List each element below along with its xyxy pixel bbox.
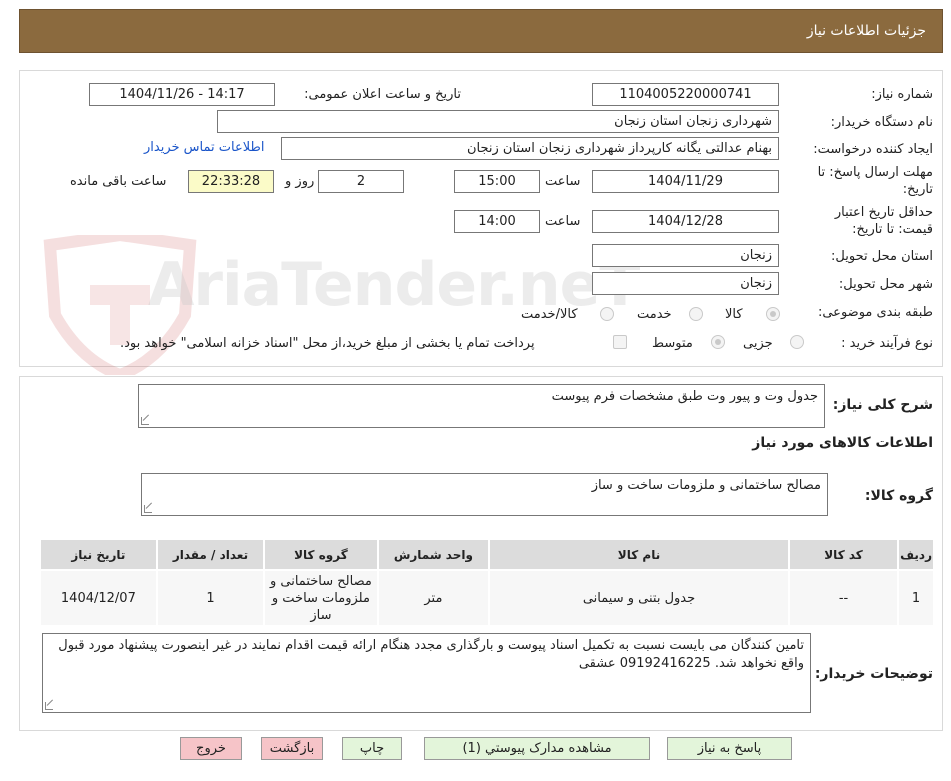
cell-qty: 1 (155, 569, 266, 627)
cell-date: 1404/12/07 (39, 569, 158, 627)
goods-group-text: مصالح ساختمانی و ملزومات ساخت و ساز (591, 478, 821, 493)
deadline-time-label: ساعت (545, 174, 581, 189)
resize-grip-icon[interactable] (141, 417, 149, 425)
deadline-time-field: 15:00 (454, 170, 540, 193)
cell-row: 1 (897, 569, 935, 627)
buyer-notes-text: تامین کنندگان می بایست نسبت به تکمیل اسن… (58, 638, 804, 671)
buyer-org-field: شهرداری زنجان استان زنجان (217, 110, 779, 133)
cell-name: جدول بتنی و سیمانی (488, 569, 790, 627)
buyer-notes-textarea[interactable]: تامین کنندگان می بایست نسبت به تکمیل اسن… (42, 633, 811, 713)
table-header-row: ردیف کد کالا نام کالا واحد شمارش گروه کا… (39, 538, 935, 571)
summary-text: جدول وت و پیور وت طبق مشخصات فرم پیوست (551, 389, 818, 404)
resize-grip-icon[interactable] (45, 702, 53, 710)
creator-label: ایجاد کننده درخواست: (813, 142, 933, 157)
buyer-notes-label: توضیحات خریدار: (814, 666, 933, 682)
summary-textarea[interactable]: جدول وت و پیور وت طبق مشخصات فرم پیوست (138, 384, 825, 428)
category-service-radio[interactable] (689, 307, 703, 321)
process-minor-label: جزیی (743, 336, 773, 351)
remaining-time-label: ساعت باقی مانده (70, 174, 167, 189)
process-label: نوع فرآیند خرید : (841, 336, 933, 351)
reply-button[interactable]: پاسخ به نیاز (667, 737, 792, 760)
col-qty-header: تعداد / مقدار (155, 538, 266, 571)
days-label: روز و (285, 174, 315, 189)
treasury-payment-checkbox[interactable] (613, 335, 627, 349)
col-date-header: تاریخ نیاز (39, 538, 158, 571)
category-goods-service-label: کالا/خدمت (521, 307, 578, 322)
back-button[interactable]: بازگشت (261, 737, 323, 760)
buyer-contact-link[interactable]: اطلاعات تماس خریدار (144, 140, 264, 155)
exit-button[interactable]: خروج (180, 737, 242, 760)
col-code-header: کد کالا (787, 538, 900, 571)
goods-group-label: گروه کالا: (864, 488, 933, 504)
need-number-label: شماره نیاز: (871, 87, 933, 102)
announce-datetime-field: 1404/11/26 - 14:17 (89, 83, 275, 106)
process-medium-label: متوسط (652, 336, 693, 351)
print-button[interactable]: چاپ (342, 737, 402, 760)
deadline-label-2: تاریخ: (902, 182, 933, 197)
remaining-time-field: 22:33:28 (188, 170, 274, 193)
page-header: جزئیات اطلاعات نیاز (19, 9, 943, 53)
table-row: 1 -- جدول بتنی و سیمانی متر مصالح ساختما… (39, 569, 935, 627)
goods-info-title: اطلاعات کالاهای مورد نیاز (752, 435, 933, 451)
attachments-button[interactable]: مشاهده مدارک پیوستي (1) (424, 737, 650, 760)
col-row-header: ردیف (897, 538, 935, 571)
validity-time-label: ساعت (545, 214, 581, 229)
category-goods-radio[interactable] (766, 307, 780, 321)
col-group-header: گروه کالا (263, 538, 379, 571)
days-remaining-field: 2 (318, 170, 404, 193)
city-label: شهر محل تحویل: (838, 277, 933, 292)
resize-grip-icon[interactable] (144, 505, 152, 513)
page-title: جزئیات اطلاعات نیاز (806, 23, 926, 39)
category-label: طبقه بندی موضوعی: (817, 305, 933, 320)
col-name-header: نام کالا (488, 538, 790, 571)
announce-label: تاریخ و ساعت اعلان عمومی: (304, 87, 461, 102)
cell-code: -- (787, 569, 900, 627)
province-label: استان محل تحویل: (831, 249, 933, 264)
province-field: زنجان (592, 244, 779, 267)
validity-date-field: 1404/12/28 (592, 210, 779, 233)
need-number-field: 1104005220000741 (592, 83, 779, 106)
validity-time-field: 14:00 (454, 210, 540, 233)
buyer-org-label: نام دستگاه خریدار: (830, 115, 933, 130)
creator-field: بهنام عدالتی یگانه کارپرداز شهرداری زنجا… (281, 137, 779, 160)
city-field: زنجان (592, 272, 779, 295)
validity-label: حداقل تاریخ اعتبار (834, 205, 933, 220)
cell-group: مصالح ساختمانی و ملزومات ساخت و ساز (263, 569, 379, 627)
treasury-payment-note: پرداخت تمام یا بخشی از مبلغ خرید،از محل … (120, 336, 535, 351)
process-medium-radio[interactable] (711, 335, 725, 349)
category-goods-label: کالا (725, 307, 743, 322)
summary-label: شرح کلی نیاز: (832, 397, 933, 413)
process-minor-radio[interactable] (790, 335, 804, 349)
goods-table: ردیف کد کالا نام کالا واحد شمارش گروه کا… (39, 538, 935, 627)
category-service-label: خدمت (637, 307, 672, 322)
deadline-date-field: 1404/11/29 (592, 170, 779, 193)
goods-group-textarea[interactable]: مصالح ساختمانی و ملزومات ساخت و ساز (141, 473, 828, 516)
cell-unit: متر (376, 569, 491, 627)
category-goods-service-radio[interactable] (600, 307, 614, 321)
deadline-label: مهلت ارسال پاسخ: تا (817, 165, 933, 180)
validity-label-2: قیمت: تا تاریخ: (852, 222, 933, 237)
col-unit-header: واحد شمارش (376, 538, 491, 571)
